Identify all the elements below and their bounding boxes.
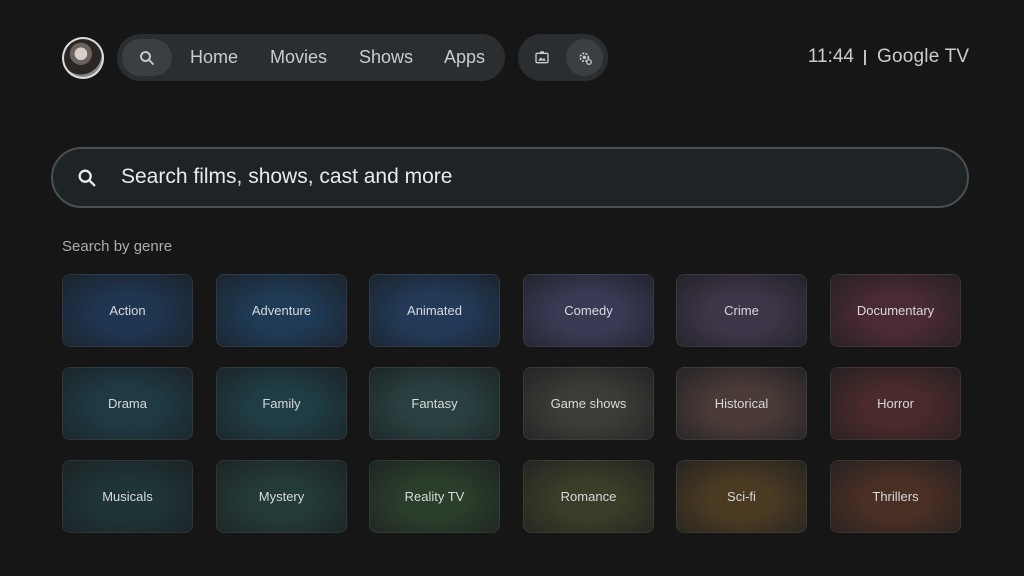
nav-movies[interactable]: Movies xyxy=(270,47,327,68)
search-input[interactable]: Search films, shows, cast and more xyxy=(51,147,969,208)
nav-home[interactable]: Home xyxy=(190,47,238,68)
settings-button[interactable] xyxy=(566,39,603,76)
section-title: Search by genre xyxy=(62,238,173,255)
genre-tile[interactable]: Historical xyxy=(676,367,807,440)
clock: 11:44 xyxy=(807,46,854,67)
genre-tile[interactable]: Reality TV xyxy=(369,460,500,533)
genre-tile[interactable]: Crime xyxy=(676,274,807,347)
genre-tile[interactable]: Family xyxy=(216,367,347,440)
genre-tile[interactable]: Fantasy xyxy=(369,367,500,440)
top-nav: Home Movies Shows Apps xyxy=(117,34,505,81)
genre-tile[interactable]: Drama xyxy=(62,367,193,440)
genre-tile[interactable]: Mystery xyxy=(216,460,347,533)
google-tv-search-screen: Home Movies Shows Apps 11:44 Google TV S… xyxy=(0,0,1024,576)
genre-tile[interactable]: Adventure xyxy=(216,274,347,347)
nav-search-button[interactable] xyxy=(122,39,172,76)
search-icon xyxy=(78,169,96,187)
nav-shows[interactable]: Shows xyxy=(359,47,413,68)
genre-tile[interactable]: Animated xyxy=(369,274,500,347)
genre-tile[interactable]: Comedy xyxy=(523,274,654,347)
genre-tile[interactable]: Romance xyxy=(523,460,654,533)
profile-avatar[interactable] xyxy=(62,37,104,79)
google-tv-brand: Google TV xyxy=(877,46,970,67)
utility-buttons xyxy=(518,34,608,81)
nav-apps[interactable]: Apps xyxy=(444,47,485,68)
photo-frame-icon xyxy=(534,50,549,63)
search-icon xyxy=(140,50,154,65)
genre-tile[interactable]: Thrillers xyxy=(830,460,961,533)
settings-gear-icon xyxy=(579,52,592,65)
search-placeholder: Search films, shows, cast and more xyxy=(121,165,453,188)
genre-tile[interactable]: Sci-fi xyxy=(676,460,807,533)
genre-tile[interactable]: Game shows xyxy=(523,367,654,440)
genre-tile[interactable]: Documentary xyxy=(830,274,961,347)
genre-tile[interactable]: Horror xyxy=(830,367,961,440)
ambient-photos-button[interactable] xyxy=(523,39,560,76)
genre-tile[interactable]: Musicals xyxy=(62,460,193,533)
genre-tile[interactable]: Action xyxy=(62,274,193,347)
status-divider xyxy=(864,50,866,65)
